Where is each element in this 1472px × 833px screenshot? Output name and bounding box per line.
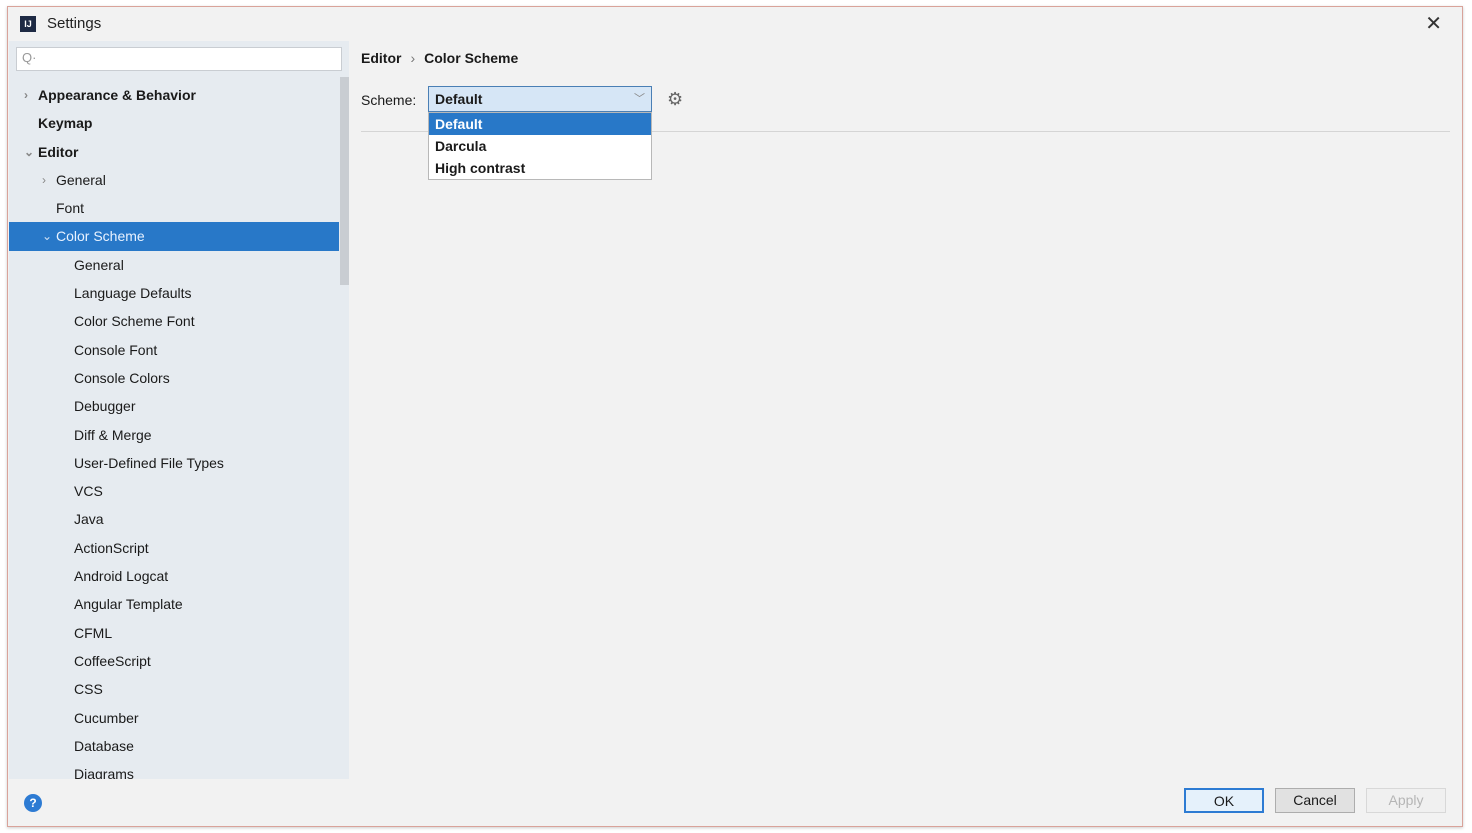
tree-item[interactable]: Console Colors [9, 364, 339, 392]
tree-item-label: Android Logcat [74, 568, 169, 585]
tree-item-label: VCS [74, 483, 103, 500]
tree-item[interactable]: General [9, 251, 339, 279]
apply-button[interactable]: Apply [1366, 788, 1446, 813]
footer: ? OK Cancel Apply [8, 779, 1462, 827]
chevron-right-icon[interactable]: › [42, 166, 46, 194]
scheme-option-default[interactable]: Default [429, 113, 651, 135]
help-icon[interactable]: ? [24, 794, 42, 812]
tree-item-label: General [74, 256, 124, 273]
tree-item-label: Language Defaults [74, 285, 192, 302]
search-icon: Q· [22, 50, 37, 65]
tree-item-label: Angular Template [74, 596, 183, 613]
tree-item[interactable]: Java [9, 505, 339, 533]
search-input[interactable]: Q· [16, 47, 342, 71]
chevron-down-icon[interactable]: ⌄ [24, 138, 34, 166]
tree-item-label: Console Font [74, 341, 158, 358]
tree-item-label: Color Scheme Font [74, 313, 195, 330]
ok-button[interactable]: OK [1184, 788, 1264, 813]
tree-item-label: Keymap [38, 115, 93, 132]
scheme-options-list: Default Darcula High contrast [428, 112, 652, 180]
tree-item[interactable]: ⌄ Editor [9, 138, 339, 166]
app-icon: IJ [20, 16, 36, 32]
tree-item[interactable]: Language Defaults [9, 279, 339, 307]
breadcrumb-separator: › [410, 50, 416, 66]
tree-item-label: Debugger [74, 398, 136, 415]
scheme-option-darcula[interactable]: Darcula [429, 135, 651, 157]
tree-item-label: CoffeeScript [74, 652, 151, 669]
breadcrumb: Editor › Color Scheme [361, 50, 518, 66]
main-panel: Editor › Color Scheme Scheme: Default ﹀ ⚙ D… [349, 41, 1462, 779]
tree-item[interactable]: › Appearance & Behavior [9, 81, 339, 109]
tree-item-label: Cucumber [74, 709, 139, 726]
tree-item[interactable]: › General [9, 166, 339, 194]
tree-item-label: Font [56, 200, 85, 217]
gear-icon[interactable]: ⚙ [667, 89, 683, 110]
tree-item-label: Appearance & Behavior [38, 87, 196, 103]
tree-item-label: CSS [74, 681, 103, 698]
tree-item[interactable]: Font [9, 194, 339, 222]
scheme-option-high-contrast[interactable]: High contrast [429, 157, 651, 179]
tree-item[interactable]: Color Scheme Font [9, 307, 339, 335]
tree-item[interactable]: User-Defined File Types [9, 449, 339, 477]
sidebar: Q· › Appearance & Behavior Keymap ⌄ Editor › G… [9, 41, 349, 779]
title-bar: IJ Settings ✕ [8, 7, 1462, 39]
tree-item-label: CFML [74, 624, 113, 641]
tree-item-label: Diagrams [74, 766, 134, 779]
tree-item[interactable]: Keymap [9, 109, 339, 137]
sidebar-scrollbar[interactable] [340, 77, 349, 777]
tree-item-label: Diff & Merge [74, 426, 152, 443]
tree-item[interactable]: Console Font [9, 336, 339, 364]
tree-item[interactable]: Database [9, 732, 339, 760]
tree-item-label: Color Scheme [56, 228, 145, 245]
scheme-value: Default [435, 91, 483, 107]
tree-item-label: Editor [38, 143, 79, 160]
chevron-down-icon: ﹀ [634, 93, 645, 105]
tree-item[interactable]: Angular Template [9, 590, 339, 618]
scrollbar-thumb[interactable] [340, 77, 349, 285]
tree-item[interactable]: Diff & Merge [9, 421, 339, 449]
tree-item[interactable]: Debugger [9, 392, 339, 420]
settings-tree: › Appearance & Behavior Keymap ⌄ Editor › Gene… [9, 81, 339, 779]
tree-item-label: User-Defined File Types [74, 454, 224, 471]
tree-item[interactable]: CoffeeScript [9, 647, 339, 675]
cancel-button[interactable]: Cancel [1275, 788, 1355, 813]
tree-item[interactable]: CFML [9, 619, 339, 647]
settings-window: IJ Settings ✕ Q· › Appearance & Behavior K… [7, 6, 1463, 827]
tree-item[interactable]: VCS [9, 477, 339, 505]
scheme-dropdown[interactable]: Default ﹀ [428, 86, 652, 112]
tree-item-label: ActionScript [74, 539, 149, 556]
close-icon[interactable]: ✕ [1425, 11, 1442, 36]
tree-item[interactable]: CSS [9, 675, 339, 703]
chevron-right-icon[interactable]: › [24, 81, 28, 109]
tree-item-label: Java [74, 511, 104, 528]
window-title: Settings [47, 15, 102, 32]
tree-item[interactable]: Cucumber [9, 704, 339, 732]
breadcrumb-parent[interactable]: Editor [361, 50, 401, 66]
chevron-down-icon[interactable]: ⌄ [42, 222, 52, 250]
tree-item[interactable]: Diagrams [9, 760, 339, 779]
scheme-label: Scheme: [361, 92, 417, 108]
tree-item-label: General [56, 171, 106, 188]
breadcrumb-current: Color Scheme [424, 50, 519, 66]
tree-item[interactable]: Android Logcat [9, 562, 339, 590]
tree-item-label: Console Colors [74, 369, 170, 386]
tree-item-label: Database [74, 737, 134, 754]
tree-item[interactable]: ActionScript [9, 534, 339, 562]
tree-item[interactable]: ⌄ Color Scheme [9, 222, 339, 251]
